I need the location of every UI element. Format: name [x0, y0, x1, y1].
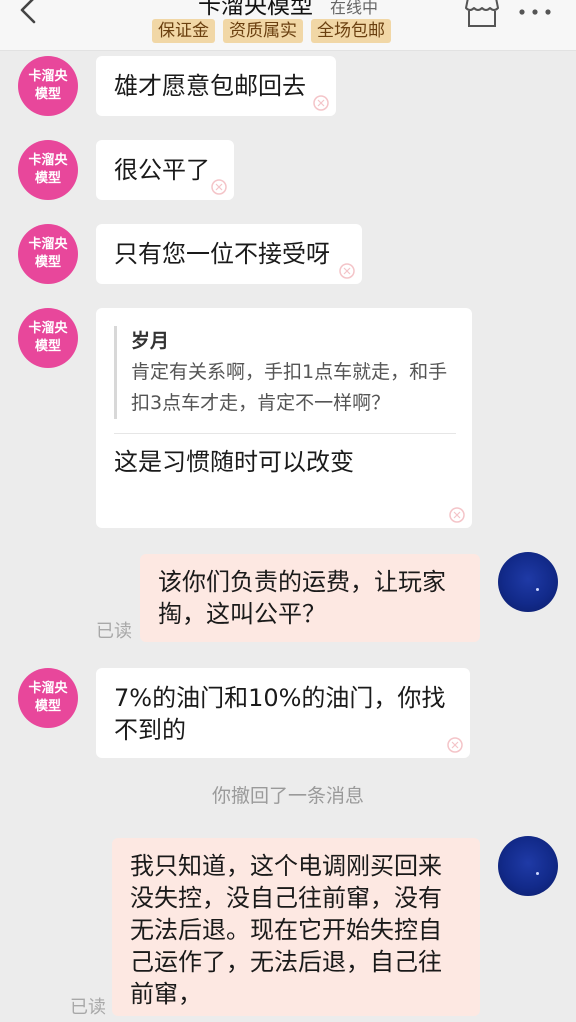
read-receipt: 已读	[70, 997, 106, 1018]
shop-avatar[interactable]: 卡溜央 模型	[18, 308, 78, 368]
avatar-text: 卡溜央	[28, 237, 68, 252]
message-text: 雄才愿意包邮回去	[114, 72, 306, 100]
watermark-icon	[313, 95, 329, 111]
watermark-icon	[447, 737, 463, 753]
watermark-icon	[449, 507, 465, 523]
quote-text: 肯定有关系啊，手扣1点车就走，和手扣3点车才走，肯定不一样啊？	[131, 361, 448, 414]
message-bubble[interactable]: 很公平了	[96, 140, 234, 200]
avatar-text: 模型	[34, 339, 61, 354]
badge-deposit: 保证金	[152, 19, 215, 43]
avatar-text: 卡溜央	[28, 681, 68, 696]
badge-row: 保证金 资质属实 全场包邮	[152, 19, 391, 43]
avatar-text: 模型	[34, 87, 61, 102]
message-text: 我只知道，这个电调刚买回来没失控，没自己往前窜，没有无法后退。现在它开始失控自己…	[130, 852, 442, 1008]
my-avatar[interactable]	[498, 836, 558, 896]
avatar-text: 卡溜央	[28, 321, 68, 336]
quote-divider	[114, 433, 456, 434]
message-bubble[interactable]: 7%的油门和10%的油门，你找不到的	[96, 668, 470, 758]
read-receipt: 已读	[96, 621, 132, 642]
shop-avatar[interactable]: 卡溜央 模型	[18, 140, 78, 200]
message-text: 这是习惯随时可以改变	[114, 448, 354, 476]
more-icon[interactable]	[516, 0, 554, 18]
quote-block: 岁月 肯定有关系啊，手扣1点车就走，和手扣3点车才走，肯定不一样啊？	[114, 326, 456, 419]
badge-free-shipping: 全场包邮	[311, 19, 391, 43]
online-status: 在线中	[330, 0, 379, 17]
shop-avatar[interactable]: 卡溜央 模型	[18, 668, 78, 728]
watermark-icon	[211, 179, 227, 195]
my-message-bubble[interactable]: 我只知道，这个电调刚买回来没失控，没自己往前窜，没有无法后退。现在它开始失控自己…	[112, 838, 480, 1016]
watermark-icon	[339, 263, 355, 279]
avatar-text: 模型	[34, 171, 61, 186]
shop-name[interactable]: 卡溜央模型	[198, 0, 313, 19]
message-bubble[interactable]: 雄才愿意包邮回去	[96, 56, 336, 116]
avatar-text: 模型	[34, 699, 61, 714]
quote-author: 岁月	[131, 330, 170, 352]
my-message-bubble[interactable]: 该你们负责的运费，让玩家掏，这叫公平？	[140, 554, 480, 642]
chat-header: 卡溜央模型 在线中 保证金 资质属实 全场包邮	[0, 0, 576, 51]
shop-icon[interactable]	[464, 0, 500, 30]
badge-verified: 资质属实	[223, 19, 303, 43]
message-text: 7%的油门和10%的油门，你找不到的	[114, 684, 446, 744]
message-bubble[interactable]: 只有您一位不接受呀	[96, 224, 362, 284]
message-text: 该你们负责的运费，让玩家掏，这叫公平？	[158, 568, 446, 628]
avatar-text: 模型	[34, 255, 61, 270]
avatar-text: 卡溜央	[28, 69, 68, 84]
message-text: 很公平了	[114, 156, 210, 184]
recall-notice: 你撤回了一条消息	[211, 785, 364, 807]
my-avatar[interactable]	[498, 552, 558, 612]
message-text: 只有您一位不接受呀	[114, 240, 330, 268]
shop-avatar[interactable]: 卡溜央 模型	[18, 56, 78, 116]
quoted-message-bubble[interactable]: 岁月 肯定有关系啊，手扣1点车就走，和手扣3点车才走，肯定不一样啊？ 这是习惯随…	[96, 308, 472, 528]
shop-avatar[interactable]: 卡溜央 模型	[18, 224, 78, 284]
avatar-text: 卡溜央	[28, 153, 68, 168]
